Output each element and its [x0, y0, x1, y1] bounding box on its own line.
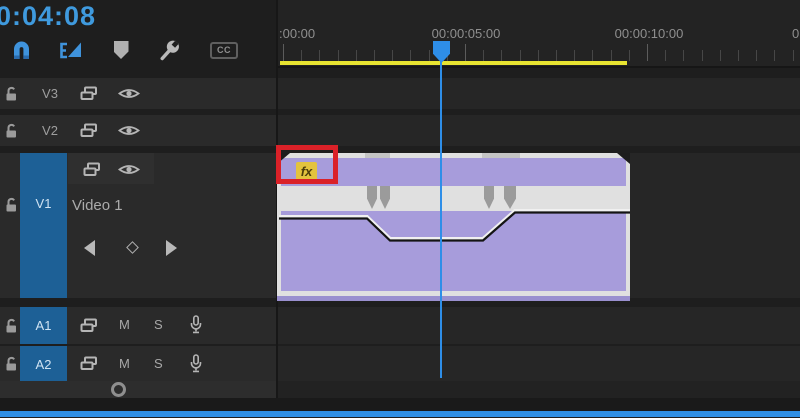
- track-label-v2[interactable]: V2: [30, 123, 70, 138]
- ruler-minor-tick: [501, 50, 502, 61]
- linked-selection-icon: [58, 40, 84, 61]
- timeline-track-v3[interactable]: [278, 78, 800, 109]
- clip-bottom-strip: [277, 296, 630, 301]
- ruler-major-tick: [647, 44, 648, 61]
- lock-icon[interactable]: [4, 318, 19, 334]
- ruler-minor-tick: [319, 50, 320, 61]
- work-area-bar[interactable]: [280, 61, 627, 65]
- ruler-minor-tick: [720, 50, 721, 61]
- voiceover-mic-icon[interactable]: [189, 354, 203, 373]
- ruler-minor-tick: [774, 50, 775, 61]
- source-patch-a1[interactable]: A1: [20, 307, 67, 344]
- captions-icon: CC: [210, 42, 238, 59]
- timeline-track-a2[interactable]: [278, 346, 800, 382]
- track-header-a1: A1 M S: [0, 307, 277, 344]
- timeline-track-v2[interactable]: [278, 115, 800, 146]
- sync-lock-icon[interactable]: [83, 162, 101, 177]
- timeline-settings-button[interactable]: [154, 38, 184, 64]
- marker-icon: [114, 41, 129, 59]
- ruler-major-tick: [465, 44, 466, 61]
- magnet-icon: [10, 40, 33, 61]
- track-header-v1: V1 Video 1: [0, 153, 277, 298]
- ruler-minor-tick: [556, 50, 557, 61]
- ruler-minor-tick: [611, 50, 612, 61]
- track-header-scroll-strip: [0, 381, 278, 398]
- next-keyframe-icon: [166, 240, 177, 256]
- linked-selection-button[interactable]: [56, 38, 86, 62]
- track-name-video1[interactable]: Video 1: [72, 197, 123, 214]
- voiceover-mic-icon[interactable]: [189, 315, 203, 334]
- ruler-minor-tick: [665, 50, 666, 61]
- track-label-v3[interactable]: V3: [30, 86, 70, 101]
- ruler-minor-tick: [356, 50, 357, 61]
- timeline-track-a1[interactable]: [278, 307, 800, 344]
- track-output-eye-icon[interactable]: [118, 86, 140, 101]
- ruler-minor-tick: [374, 50, 375, 61]
- mute-button-a2[interactable]: M: [119, 356, 130, 371]
- ruler-minor-tick: [756, 50, 757, 61]
- annotation-highlight-box: [276, 145, 338, 184]
- premiere-timeline-panel: 0:04:08 CC :00:00 00:00:05:00 00:0: [0, 0, 800, 418]
- keyframe-diamond-icon: [126, 241, 139, 254]
- ruler-divider: [278, 66, 800, 68]
- snap-button[interactable]: [8, 38, 34, 62]
- ruler-minor-tick: [793, 50, 794, 61]
- track-label-v1: V1: [36, 196, 52, 211]
- sync-lock-icon[interactable]: [80, 356, 98, 371]
- mute-button-a1[interactable]: M: [119, 317, 130, 332]
- scrollbar-handle[interactable]: [111, 382, 126, 397]
- source-patch-a2[interactable]: A2: [20, 346, 67, 382]
- ruler-minor-tick: [301, 50, 302, 61]
- playhead-line: [440, 58, 442, 378]
- wrench-icon: [156, 38, 182, 64]
- ruler-minor-tick: [520, 50, 521, 61]
- track-header-v2: V2: [0, 115, 277, 146]
- ruler-minor-tick: [592, 50, 593, 61]
- lock-icon[interactable]: [4, 197, 19, 213]
- captions-button[interactable]: CC: [209, 38, 239, 62]
- ruler-minor-tick: [410, 50, 411, 61]
- track-label-a2: A2: [36, 357, 52, 372]
- track-output-eye-icon[interactable]: [118, 123, 140, 138]
- source-patch-v1[interactable]: V1: [20, 153, 67, 298]
- sync-lock-icon[interactable]: [80, 123, 98, 138]
- lock-icon[interactable]: [4, 356, 19, 372]
- solo-button-a1[interactable]: S: [154, 317, 163, 332]
- captions-label: CC: [217, 45, 231, 55]
- playhead-timecode[interactable]: 0:04:08: [0, 1, 96, 32]
- timeline-scroll-strip: [278, 381, 800, 398]
- track-label-a1: A1: [36, 318, 52, 333]
- add-keyframe-button[interactable]: [128, 243, 137, 252]
- add-marker-button[interactable]: [112, 38, 130, 62]
- ruler-minor-tick: [429, 50, 430, 61]
- ruler-minor-tick: [574, 50, 575, 61]
- ruler-minor-tick: [683, 50, 684, 61]
- ruler-minor-tick: [538, 50, 539, 61]
- track-output-eye-icon[interactable]: [118, 162, 140, 177]
- ruler-major-tick: [283, 44, 284, 61]
- ruler-minor-tick: [392, 50, 393, 61]
- previous-keyframe-icon: [84, 240, 95, 256]
- next-keyframe-button[interactable]: [166, 240, 177, 256]
- solo-button-a2[interactable]: S: [154, 356, 163, 371]
- lock-icon[interactable]: [4, 86, 19, 102]
- ruler-minor-tick: [738, 50, 739, 61]
- v1-icon-strip: [68, 153, 154, 184]
- sync-lock-icon[interactable]: [80, 318, 98, 333]
- ruler-minor-tick: [629, 50, 630, 61]
- ruler-ticks: [278, 0, 800, 66]
- horizontal-scrollbar[interactable]: [0, 411, 800, 417]
- previous-keyframe-button[interactable]: [84, 240, 95, 256]
- ruler-minor-tick: [483, 50, 484, 61]
- sync-lock-icon[interactable]: [80, 86, 98, 101]
- ruler-minor-tick: [702, 50, 703, 61]
- bottom-spacer: [0, 398, 800, 411]
- ruler-minor-tick: [338, 50, 339, 61]
- track-header-v3: V3: [0, 78, 277, 109]
- lock-icon[interactable]: [4, 123, 19, 139]
- track-header-a2: A2 M S: [0, 346, 277, 382]
